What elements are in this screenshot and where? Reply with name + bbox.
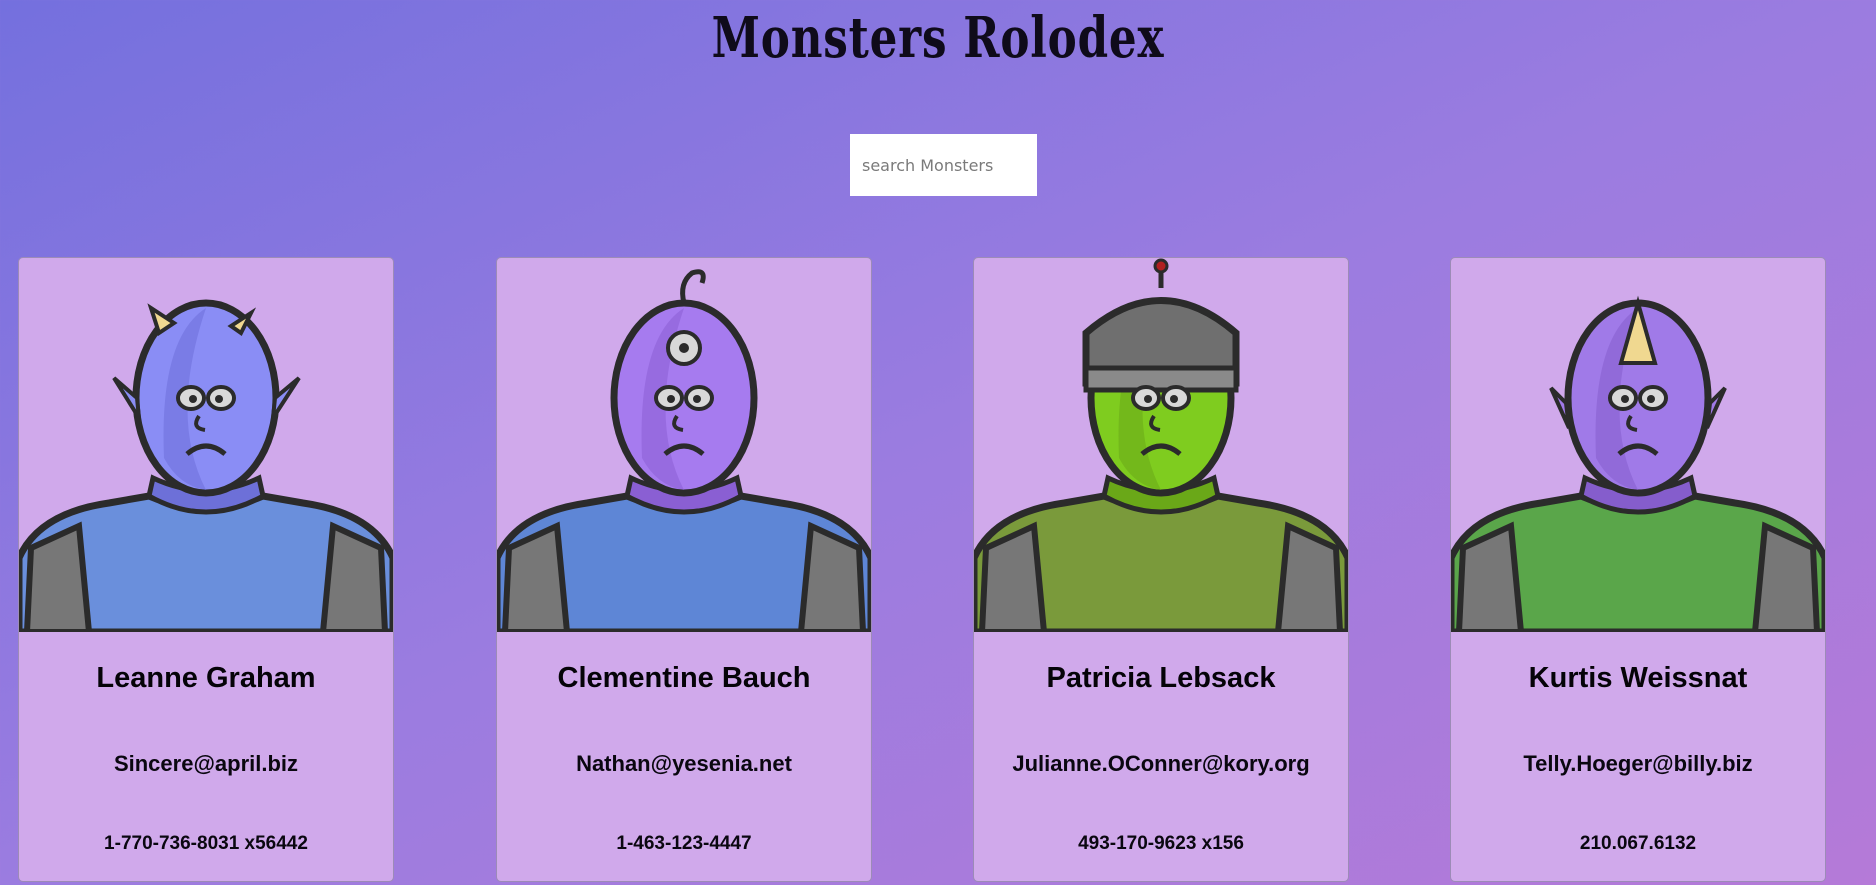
monster-email: Nathan@yesenia.net — [576, 751, 792, 776]
search-input[interactable] — [850, 134, 1037, 196]
monster-name: Patricia Lebsack — [1046, 662, 1276, 694]
monster-avatar-image — [19, 299, 393, 632]
monster-phone: 210.067.6132 — [1579, 833, 1697, 854]
monster-avatar-image — [1451, 295, 1825, 632]
monster-phone: 1-770-736-8031 x56442 — [104, 833, 308, 854]
card-list: Leanne Graham Sincere@april.biz 1-770-73… — [18, 257, 1858, 885]
monster-name: Leanne Graham — [96, 662, 316, 694]
monster-avatar-image — [974, 258, 1348, 632]
monster-card[interactable]: Clementine Bauch Nathan@yesenia.net 1-46… — [496, 257, 872, 882]
monster-avatar-image — [497, 269, 871, 632]
app-title: Monsters Rolodex — [711, 5, 1165, 71]
monster-email: Telly.Hoeger@billy.biz — [1523, 751, 1753, 776]
monster-phone: 493-170-9623 x156 — [1078, 833, 1244, 854]
monster-card[interactable]: Kurtis Weissnat Telly.Hoeger@billy.biz 2… — [1450, 257, 1826, 882]
monster-phone: 1-463-123-4447 — [616, 833, 752, 854]
monster-email: Sincere@april.biz — [113, 751, 299, 776]
monster-email: Julianne.OConner@kory.org — [1012, 751, 1310, 776]
monster-name: Clementine Bauch — [557, 662, 811, 694]
monster-card[interactable]: Leanne Graham Sincere@april.biz 1-770-73… — [18, 257, 394, 882]
monster-name: Kurtis Weissnat — [1528, 662, 1748, 694]
monster-card[interactable]: Patricia Lebsack Julianne.OConner@kory.o… — [973, 257, 1349, 882]
